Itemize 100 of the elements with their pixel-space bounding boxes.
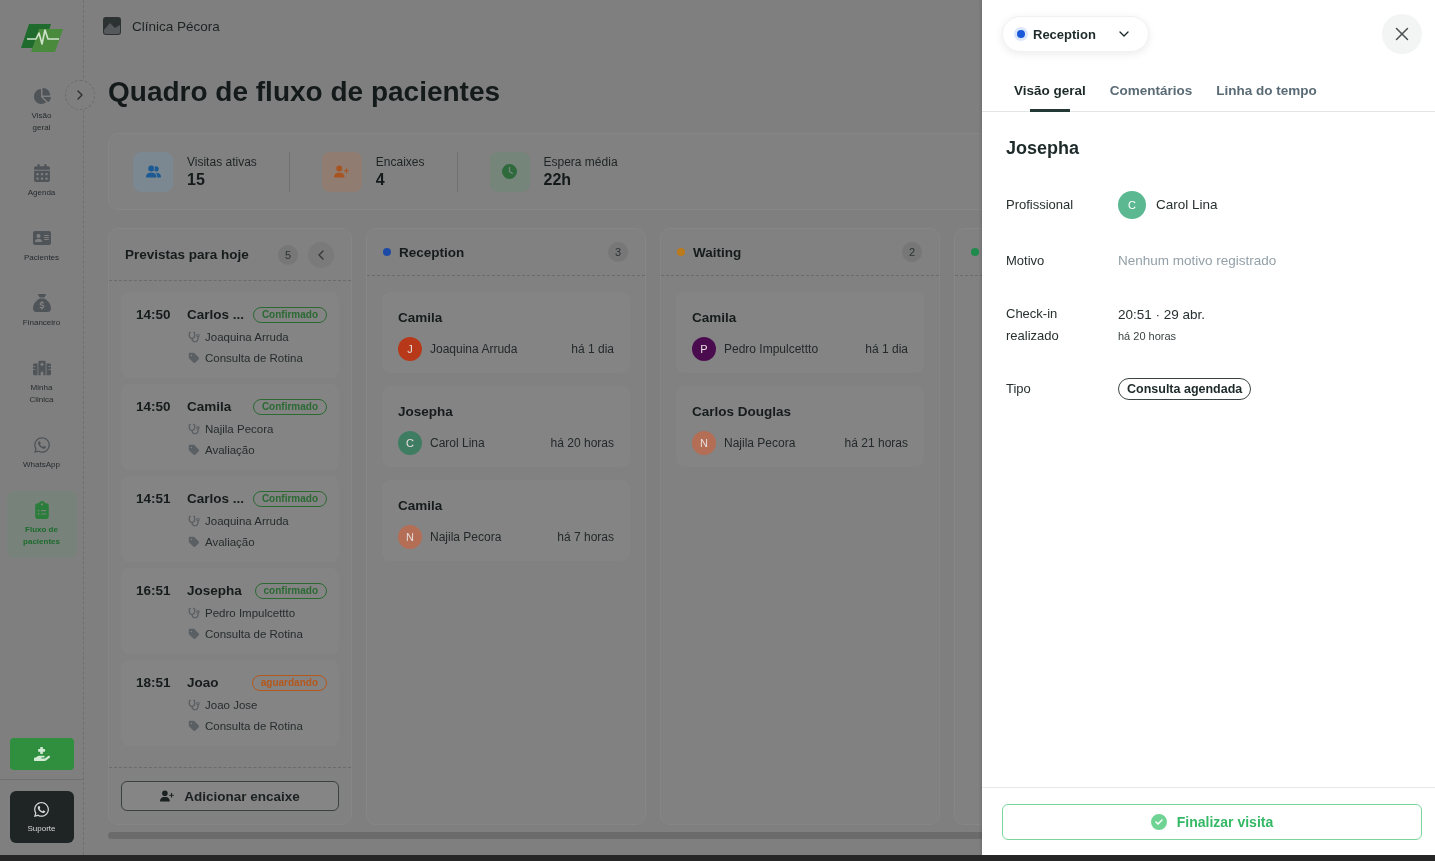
elapsed-time: há 20 horas <box>550 436 614 450</box>
avatar: C <box>1118 191 1146 219</box>
count-badge: 5 <box>278 244 298 265</box>
care-button[interactable] <box>9 738 74 770</box>
field-value: Carol Lina <box>1156 196 1218 214</box>
user-add-icon <box>160 789 175 803</box>
professional-name: Najila Pecora <box>430 530 502 544</box>
patient-name: Camila <box>398 310 443 325</box>
avatar: N <box>692 431 716 455</box>
visit-type: Avaliação <box>205 535 255 550</box>
tag-icon <box>188 628 200 640</box>
professional-name: Joao Jose <box>205 698 258 713</box>
clipboard-icon <box>32 501 51 519</box>
professional-name: Najila Pecora <box>724 436 796 450</box>
collapse-button[interactable] <box>308 241 334 268</box>
appointment-time: 14:51 <box>136 490 172 508</box>
elapsed-time: há 21 horas <box>844 436 908 450</box>
tag-icon <box>188 536 200 548</box>
page-title: Quadro de fluxo de pacientes <box>108 75 501 109</box>
hand-icon <box>33 746 50 762</box>
nav-item[interactable]: Agenda <box>6 154 77 209</box>
professional-name: Pedro Impulcettto <box>724 342 819 356</box>
field-value: 20:51 · 29 abr. <box>1118 306 1206 324</box>
stethoscope-icon <box>188 331 200 343</box>
stat-label: Encaixes <box>375 153 425 170</box>
tab[interactable]: Comentários <box>1109 70 1193 111</box>
elapsed-time: há 1 dia <box>571 342 614 356</box>
patient-name: Camila <box>692 310 737 325</box>
pie-chart-icon <box>32 87 51 105</box>
clock-icon <box>489 151 530 192</box>
tag-icon <box>188 352 200 364</box>
count-badge: 3 <box>608 242 628 262</box>
field-label: Check-in realizado <box>1006 305 1060 345</box>
professional-name: Najila Pecora <box>205 422 274 437</box>
patient-name: Joao <box>187 674 219 692</box>
avatar: C <box>398 431 422 455</box>
whatsapp-icon <box>32 436 51 454</box>
tab[interactable]: Visão geral <box>1014 70 1086 111</box>
professional-name: Carol Lina <box>430 436 485 450</box>
stethoscope-icon <box>188 423 200 435</box>
tab[interactable]: Linha do tempo <box>1216 70 1317 111</box>
stethoscope-icon <box>188 699 200 711</box>
field-label: Profissional <box>1006 196 1075 214</box>
field-subvalue: há 20 horas <box>1118 329 1177 344</box>
add-walk-in-button[interactable]: Adicionar encaixe <box>121 781 339 811</box>
clinic-name: Clínica Pécora <box>132 18 220 34</box>
id-card-icon <box>32 229 51 247</box>
elapsed-time: há 7 horas <box>557 530 614 544</box>
stat-value: 15 <box>187 169 206 190</box>
visit-type: Consulta de Rotina <box>205 351 303 366</box>
logo <box>20 24 63 52</box>
whatsapp-icon <box>33 801 50 818</box>
avatar: P <box>692 337 716 361</box>
professional-name: Joaquina Arruda <box>205 330 289 345</box>
patient-name: Josepha <box>398 404 453 419</box>
field-value: Nenhum motivo registrado <box>1118 252 1277 270</box>
elapsed-time: há 1 dia <box>865 342 908 356</box>
calendar-icon <box>32 164 51 182</box>
clinic-logo-icon <box>103 17 121 35</box>
nav-item[interactable]: Financeiro <box>6 284 77 339</box>
appointment-time: 14:50 <box>136 306 172 324</box>
professional-name: Joaquina Arruda <box>205 514 289 529</box>
stat-label: Visitas ativas <box>187 153 257 170</box>
nav-item[interactable]: Pacientes <box>6 219 77 274</box>
patient-name: Carlos ... <box>187 490 245 508</box>
nav-item[interactable]: Minha Clinica <box>6 349 77 416</box>
user-add-icon <box>321 151 362 192</box>
field-label: Motivo <box>1006 252 1046 270</box>
patient-name: Josepha <box>187 582 242 600</box>
visit-type: Consulta de Rotina <box>205 719 303 734</box>
appointment-time: 16:51 <box>136 582 172 600</box>
stat-label: Espera média <box>543 153 618 170</box>
visit-type: Avaliação <box>205 443 255 458</box>
patient-name: Carlos Douglas <box>692 404 792 419</box>
expand-button[interactable] <box>65 80 95 110</box>
appointment-time: 14:50 <box>136 398 172 416</box>
money-bag-icon <box>32 294 51 312</box>
close-button[interactable] <box>1382 14 1422 54</box>
stethoscope-icon <box>188 515 200 527</box>
professional-name: Joaquina Arruda <box>430 342 518 356</box>
patient-title: Josepha <box>1006 137 1081 160</box>
tag-icon <box>188 720 200 732</box>
stat-value: 4 <box>375 169 386 190</box>
stat-value: 22h <box>543 169 573 190</box>
finish-visit-button[interactable]: Finalizar visita <box>1002 804 1422 840</box>
field-label: Tipo <box>1006 380 1032 398</box>
column-title: Reception <box>399 244 465 260</box>
appointment-time: 18:51 <box>136 674 172 692</box>
avatar: J <box>398 337 422 361</box>
support-button[interactable]: Suporte <box>9 791 74 843</box>
building-icon <box>32 359 51 377</box>
professional-name: Pedro Impulcettto <box>205 606 296 621</box>
panel-title: Previstas para hoje <box>125 247 249 262</box>
tag-icon <box>188 444 200 456</box>
column-title: Waiting <box>693 244 742 260</box>
nav-item[interactable]: WhatsApp <box>6 426 77 481</box>
visit-type: Consulta de Rotina <box>205 627 303 642</box>
status-dropdown[interactable]: Reception <box>1002 16 1149 52</box>
people-icon <box>133 151 173 192</box>
nav-item[interactable]: Visão geral <box>6 77 77 144</box>
